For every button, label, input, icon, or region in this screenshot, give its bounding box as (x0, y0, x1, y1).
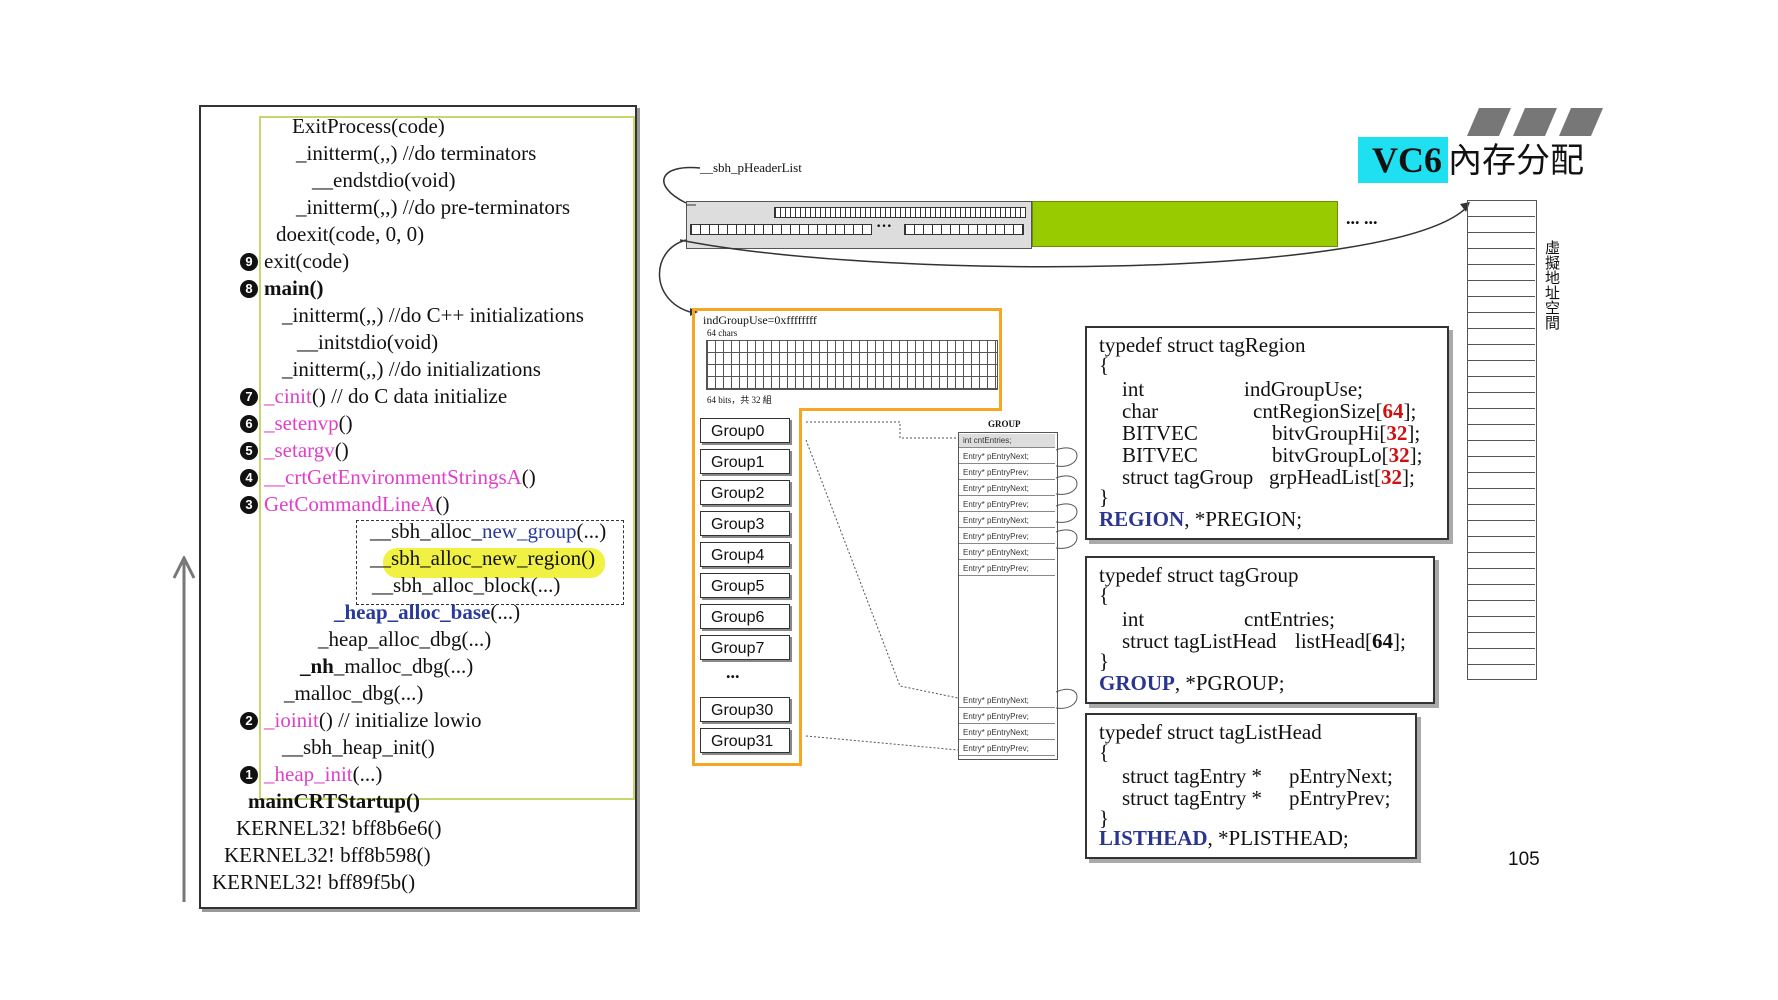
virtual-address-label: 虛擬地址空間 (1543, 240, 1561, 330)
listhead-struct-typename: LISTHEAD, *PLISTHEAD; (1099, 826, 1349, 850)
virtual-address-row (1467, 216, 1535, 233)
group-box: Group30 (700, 697, 790, 722)
group-box: Group0 (700, 418, 790, 443)
region-field-type: BITVEC (1122, 443, 1198, 467)
virtual-address-row (1467, 200, 1535, 217)
region-field-type: int (1122, 377, 1145, 401)
group-entry: Entry* pEntryPrev; (959, 710, 1055, 724)
region-field-type: BITVEC (1122, 421, 1198, 445)
bits-label: 64 bits，共 32 組 (707, 395, 772, 405)
region-field-type: struct tagGroup (1122, 465, 1254, 489)
virtual-address-row (1467, 344, 1535, 361)
virtual-address-row (1467, 600, 1535, 617)
group-struct-typename: GROUP, *PGROUP; (1099, 671, 1285, 695)
group-box: Group31 (700, 728, 790, 753)
virtual-address-row (1467, 536, 1535, 553)
region-field-name: cntRegionSize[64]; (1253, 399, 1417, 423)
virtual-address-row (1467, 280, 1535, 297)
virtual-address-row (1467, 552, 1535, 569)
virtual-address-row (1467, 248, 1535, 265)
virtual-address-row (1467, 360, 1535, 377)
group-field-name: cntEntries; (1244, 607, 1335, 631)
virtual-address-row (1467, 440, 1535, 457)
group-entry: Entry* pEntryNext; (959, 546, 1055, 560)
virtual-address-row (1467, 520, 1535, 537)
group-column-label: GROUP (988, 419, 1021, 429)
region-struct-close: } (1099, 485, 1110, 509)
virtual-address-row (1467, 296, 1535, 313)
page-number: 105 (1508, 849, 1540, 870)
group-entry: Entry* pEntryPrev; (959, 466, 1055, 480)
listhead-field-name: pEntryPrev; (1289, 786, 1391, 810)
group-cnt-entries: int cntEntries; (959, 434, 1055, 448)
region-field-name: grpHeadList[32]; (1269, 465, 1415, 489)
group-box: Group7 (700, 635, 790, 660)
group-struct-brace: { (1099, 583, 1110, 607)
virtual-address-row (1467, 312, 1535, 329)
virtual-address-row (1467, 632, 1535, 649)
group-entry: Entry* pEntryNext; (959, 694, 1055, 708)
virtual-address-row (1467, 648, 1535, 665)
group-box: Group4 (700, 542, 790, 567)
virtual-address-row (1467, 456, 1535, 473)
group-box: Group1 (700, 449, 790, 474)
region-field-name: indGroupUse; (1244, 377, 1363, 401)
group-field-type: int (1122, 607, 1145, 631)
group-entry: Entry* pEntryNext; (959, 514, 1055, 528)
region-orange-step (799, 408, 1002, 411)
region-struct-box: typedef struct tagRegion { int indGroupU… (1085, 326, 1449, 540)
group-entry: Entry* pEntryNext; (959, 482, 1055, 496)
listhead-struct-brace: { (1099, 740, 1110, 764)
group-box: Group2 (700, 480, 790, 505)
region-field-name: bitvGroupLo[32]; (1272, 443, 1423, 467)
group-entry: Entry* pEntryNext; (959, 450, 1055, 464)
group-field-type: struct tagListHead (1122, 629, 1277, 653)
group-entry: Entry* pEntryPrev; (959, 498, 1055, 512)
region-struct-brace: { (1099, 353, 1110, 377)
chars-label: 64 chars (707, 328, 738, 338)
virtual-address-row (1467, 408, 1535, 425)
group-field-name: listHead[64]; (1295, 629, 1406, 653)
region-field-name: bitvGroupHi[32]; (1272, 421, 1421, 445)
group-entry: Entry* pEntryPrev; (959, 742, 1055, 756)
group-box: Group6 (700, 604, 790, 629)
group-entry: Entry* pEntryPrev; (959, 530, 1055, 544)
group-box: Group5 (700, 573, 790, 598)
listhead-struct-decl: typedef struct tagListHead (1099, 720, 1322, 744)
listhead-field-type: struct tagEntry * (1122, 786, 1262, 810)
listhead-struct-box: typedef struct tagListHead { struct tagE… (1085, 713, 1417, 859)
virtual-address-row (1467, 488, 1535, 505)
virtual-address-row (1467, 376, 1535, 393)
virtual-address-row (1467, 568, 1535, 585)
group-box: Group3 (700, 511, 790, 536)
group-struct-close: } (1099, 649, 1110, 673)
virtual-address-row (1467, 264, 1535, 281)
virtual-address-row (1467, 584, 1535, 601)
listhead-field-name: pEntryNext; (1289, 764, 1393, 788)
virtual-address-row (1467, 392, 1535, 409)
listhead-field-type: struct tagEntry * (1122, 764, 1262, 788)
region-field-type: char (1122, 399, 1159, 423)
group-ellipsis: ... (726, 662, 740, 682)
virtual-address-row (1467, 328, 1535, 345)
virtual-address-row (1467, 472, 1535, 489)
group-entry: Entry* pEntryPrev; (959, 562, 1055, 576)
group-struct-box: typedef struct tagGroup { int cntEntries… (1085, 556, 1435, 704)
group-entry: Entry* pEntryNext; (959, 726, 1055, 740)
ind-group-use: indGroupUse=0xffffffff (703, 313, 817, 327)
virtual-address-row (1467, 424, 1535, 441)
virtual-address-row (1467, 504, 1535, 521)
virtual-address-row (1467, 616, 1535, 633)
region-struct-decl: typedef struct tagRegion (1099, 333, 1306, 357)
region-struct-typename: REGION, *PREGION; (1099, 507, 1303, 531)
virtual-address-row (1467, 232, 1535, 249)
group-struct-decl: typedef struct tagGroup (1099, 563, 1299, 587)
bits-grid (706, 340, 998, 390)
